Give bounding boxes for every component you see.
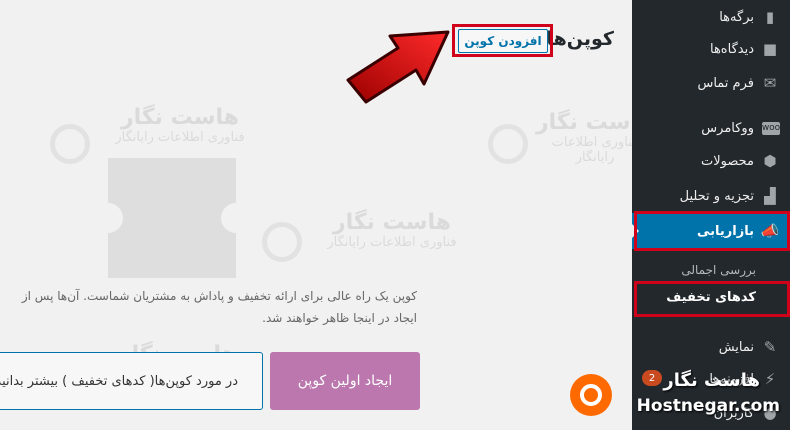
page-title: کوپن‌ها	[546, 28, 614, 50]
sidebar-item-comments[interactable]: ■ دیدگاه‌ها	[632, 32, 790, 66]
submenu-item-coupons[interactable]: کدهای تخفیف	[632, 290, 790, 305]
watermark-tagline: فناوری اطلاعات رایانگار	[115, 130, 245, 145]
pointer-arrow-icon	[346, 30, 450, 104]
watermark-brand: هاست نگار	[120, 105, 240, 130]
admin-sidebar: ▮ برگه‌ها ■ دیدگاه‌ها ✉ فرم تماس woo ووک…	[632, 0, 790, 430]
sidebar-item-label: تجزیه و تحلیل	[679, 188, 754, 204]
box-icon: ⬢	[763, 152, 777, 170]
watermark-logo-icon	[488, 124, 528, 164]
empty-state-description: کوپن یک راه عالی برای ارائه تخفیف و پادا…	[21, 289, 417, 325]
sidebar-item-products[interactable]: ⬢ محصولات	[632, 144, 790, 178]
chart-icon: ▟	[764, 187, 776, 205]
create-first-coupon-button[interactable]: ایجاد اولین کوپن	[270, 352, 420, 410]
sidebar-item-label: نمایش	[718, 339, 754, 355]
mail-icon: ✉	[763, 74, 777, 92]
logo-text-en: Hostnegar.com	[636, 396, 780, 416]
sidebar-item-appearance[interactable]: ✎ نمایش	[632, 330, 790, 364]
sidebar-item-label: محصولات	[701, 153, 754, 169]
sidebar-item-contact-form[interactable]: ✉ فرم تماس	[632, 66, 790, 100]
main-content: هاست نگار فناوری اطلاعات رایانگار هاست ن…	[0, 0, 632, 430]
add-coupon-button[interactable]: افزودن کوپن	[458, 29, 548, 53]
watermark-brand: هاست نگار	[332, 210, 452, 235]
woo-icon: woo	[761, 121, 781, 135]
sidebar-item-label: فرم تماس	[697, 75, 754, 91]
learn-more-button[interactable]: در مورد کوپن‌ها( کدهای تخفیف ) بیشتر بدا…	[0, 352, 263, 410]
watermark-brand: هاست نگار	[535, 110, 632, 135]
watermark: هاست نگار فناوری اطلاعات رایانگار	[312, 210, 472, 250]
watermark: هاست نگار فناوری اطلاعات رایانگار	[535, 110, 632, 165]
coupon-illustration	[93, 158, 251, 278]
ticket-notch-left	[93, 203, 123, 233]
sidebar-item-marketing[interactable]: 📣 بازاریابی	[632, 213, 790, 249]
watermark: هاست نگار فناوری اطلاعات رایانگار	[100, 105, 260, 145]
sidebar-item-label: ووکامرس	[701, 120, 754, 136]
submenu-item-overview[interactable]: بررسی اجمالی	[632, 263, 790, 277]
ticket-notch-right	[221, 203, 251, 233]
sidebar-item-label: برگه‌ها	[719, 9, 754, 25]
sidebar-item-woocommerce[interactable]: woo ووکامرس	[632, 111, 790, 145]
pages-icon: ▮	[765, 8, 775, 26]
brush-icon: ✎	[763, 338, 777, 356]
comments-icon: ■	[762, 40, 778, 58]
active-indicator-icon	[632, 224, 639, 238]
sidebar-item-label: دیدگاه‌ها	[709, 41, 754, 57]
watermark-tagline: فناوری اطلاعات رایانگار	[327, 235, 457, 250]
watermark-tagline: فناوری اطلاعات رایانگار	[551, 135, 632, 165]
megaphone-icon: 📣	[760, 222, 780, 240]
hostnegar-logo: هاست نگار Hostnegar.com	[570, 368, 780, 426]
sidebar-item-label: بازاریابی	[697, 223, 754, 239]
logo-text-fa: هاست نگار	[663, 370, 760, 391]
watermark-logo-icon	[262, 222, 302, 262]
watermark-logo-icon	[50, 124, 90, 164]
sidebar-item-analytics[interactable]: ▟ تجزیه و تحلیل	[632, 179, 790, 213]
sidebar-item-pages[interactable]: ▮ برگه‌ها	[632, 0, 790, 34]
logo-circle-icon	[570, 374, 612, 416]
